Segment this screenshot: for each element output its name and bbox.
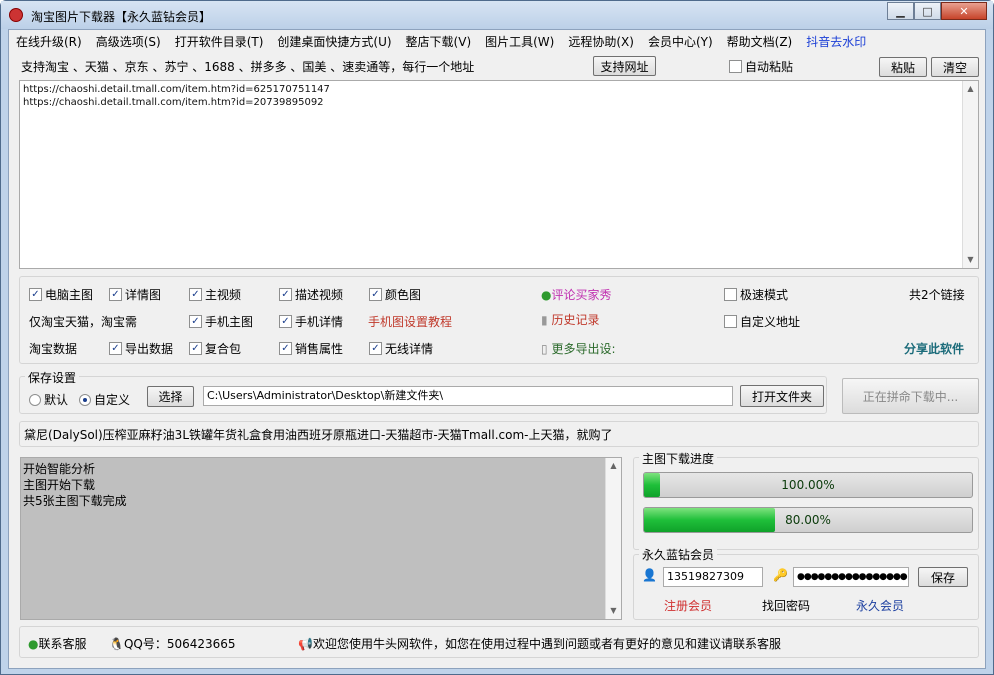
option-mobile-main-image[interactable]: ✓ 手机主图 — [189, 313, 253, 330]
downloading-button[interactable]: 正在拼命下载中... — [842, 378, 979, 414]
radio-custom[interactable]: 自定义 — [79, 391, 130, 408]
link-count: 共2个链接 — [909, 288, 965, 302]
scroll-down-icon[interactable]: ▼ — [606, 603, 621, 619]
support-text: 支持淘宝 、天猫 、京东 、苏宁 、1688 、拼多多 、国美 、速卖通等，每行… — [21, 60, 475, 74]
log-line: 共5张主图下载完成 — [23, 494, 127, 508]
window-title: 淘宝图片下载器【永久蓝钻会员】 — [31, 10, 212, 24]
support-sites-button[interactable]: 支持网址 — [593, 56, 656, 76]
app-window: 淘宝图片下载器【永久蓝钻会员】 ▁ □ ✕ 在线升级(R) 高级选项(S) 打开… — [0, 0, 994, 675]
clear-button[interactable]: 清空 — [931, 57, 979, 77]
megaphone-icon: 📢 — [298, 637, 313, 651]
menu-member-center[interactable]: 会员中心(Y) — [648, 33, 713, 50]
database-icon: ▮ — [541, 313, 548, 327]
welcome-text: 📢欢迎您使用牛头网软件，如您在使用过程中遇到问题或者有更好的意见和建议请联系客服 — [298, 637, 781, 651]
option-sales-attr[interactable]: ✓ 销售属性 — [279, 340, 343, 357]
member-title: 永久蓝钻会员 — [639, 546, 718, 563]
option-wireless-detail[interactable]: ✓ 无线详情 — [369, 340, 433, 357]
menu-remote-assist[interactable]: 远程协助(X) — [568, 33, 634, 50]
auto-paste-checkbox[interactable]: 自动粘贴 — [729, 58, 793, 75]
comment-buyer-show-link[interactable]: ●评论买家秀 — [541, 286, 612, 303]
progress-bar-2: 80.00% — [643, 507, 973, 533]
option-export-data[interactable]: ✓ 导出数据 — [109, 340, 173, 357]
close-button[interactable]: ✕ — [941, 2, 987, 20]
checkbox-icon — [729, 60, 742, 73]
menu-help-docs[interactable]: 帮助文档(Z) — [727, 33, 793, 50]
phone-input[interactable]: 13519827309 — [663, 567, 763, 587]
progress-panel — [633, 457, 979, 550]
history-link[interactable]: ▮ 历史记录 — [541, 311, 599, 328]
option-detail-image[interactable]: ✓ 详情图 — [109, 286, 161, 303]
option-main-video[interactable]: ✓ 主视频 — [189, 286, 241, 303]
option-composite-pack[interactable]: ✓ 复合包 — [189, 340, 241, 357]
menu-advanced-options[interactable]: 高级选项(S) — [96, 33, 161, 50]
contact-service-link[interactable]: ●联系客服 — [28, 635, 87, 652]
save-settings-title: 保存设置 — [25, 369, 80, 386]
share-software-link[interactable]: 分享此软件 — [904, 340, 964, 357]
scroll-up-icon[interactable]: ▲ — [963, 81, 978, 97]
document-icon: ▯ — [541, 342, 548, 356]
log-line: 开始智能分析 — [23, 462, 96, 476]
find-password-link[interactable]: 找回密码 — [762, 597, 810, 614]
mobile-tutorial-link[interactable]: 手机图设置教程 — [368, 313, 452, 330]
product-title: 黛尼(DalySol)压榨亚麻籽油3L铁罐年货礼盒食用油西班牙原瓶进口-天猫超市… — [24, 428, 613, 442]
auto-paste-label: 自动粘贴 — [745, 60, 794, 74]
progress-bar-1: 100.00% — [643, 472, 973, 498]
log-line: 主图开始下载 — [23, 478, 96, 492]
url-input[interactable]: https://chaoshi.detail.tmall.com/item.ht… — [19, 80, 979, 269]
scroll-up-icon[interactable]: ▲ — [606, 458, 621, 474]
option-desc-video[interactable]: ✓ 描述视频 — [279, 286, 343, 303]
menu-image-tools[interactable]: 图片工具(W) — [485, 33, 554, 50]
only-tmall-note: 仅淘宝天猫，淘宝需 — [29, 315, 138, 329]
option-fast-mode[interactable]: 极速模式 — [724, 286, 788, 303]
menu-shop-download[interactable]: 整店下载(V) — [406, 33, 472, 50]
menu-douyin-watermark[interactable]: 抖音去水印 — [806, 33, 866, 50]
client-area: 在线升级(R) 高级选项(S) 打开软件目录(T) 创建桌面快捷方式(U) 整店… — [8, 29, 986, 669]
save-path-input[interactable]: C:\Users\Administrator\Desktop\新建文件夹\ — [203, 386, 733, 406]
app-logo-icon — [9, 8, 23, 22]
chat-bubble-icon: ● — [541, 288, 552, 302]
progress-title: 主图下载进度 — [639, 450, 718, 467]
save-member-button[interactable]: 保存 — [918, 567, 968, 587]
paste-button[interactable]: 粘贴 — [879, 57, 927, 77]
url-scrollbar[interactable]: ▲ ▼ — [962, 81, 978, 268]
menu-bar: 在线升级(R) 高级选项(S) 打开软件目录(T) 创建桌面快捷方式(U) 整店… — [9, 30, 985, 52]
progress-label-1: 100.00% — [781, 478, 835, 492]
title-bar[interactable]: 淘宝图片下载器【永久蓝钻会员】 ▁ □ ✕ — [1, 1, 993, 29]
more-export-link[interactable]: ▯ 更多导出设: — [541, 340, 615, 357]
menu-online-upgrade[interactable]: 在线升级(R) — [16, 33, 82, 50]
taobao-data-note: 淘宝数据 — [29, 342, 78, 356]
log-output[interactable]: 开始智能分析 主图开始下载 共5张主图下载完成 ▲ ▼ — [20, 457, 622, 620]
forever-member-link[interactable]: 永久会员 — [856, 597, 904, 614]
menu-create-shortcut[interactable]: 创建桌面快捷方式(U) — [277, 33, 391, 50]
scroll-down-icon[interactable]: ▼ — [963, 252, 978, 268]
url-line: https://chaoshi.detail.tmall.com/item.ht… — [23, 97, 324, 108]
progress-label-2: 80.00% — [785, 513, 831, 527]
option-color-image[interactable]: ✓ 颜色图 — [369, 286, 421, 303]
qq-icon: 🐧 — [109, 637, 124, 651]
open-folder-button[interactable]: 打开文件夹 — [740, 385, 824, 407]
url-line: https://chaoshi.detail.tmall.com/item.ht… — [23, 84, 330, 95]
minimize-button[interactable]: ▁ — [887, 2, 914, 20]
password-input[interactable]: ●●●●●●●●●●●●●●●● — [793, 567, 909, 587]
user-icon: 👤 — [642, 568, 657, 582]
option-pc-main-image[interactable]: ✓ 电脑主图 — [29, 286, 93, 303]
key-icon: 🔑 — [773, 568, 788, 582]
maximize-button[interactable]: □ — [914, 2, 941, 20]
log-scrollbar[interactable]: ▲ ▼ — [605, 458, 621, 619]
radio-default[interactable]: 默认 — [29, 391, 68, 408]
select-folder-button[interactable]: 选择 — [147, 386, 194, 407]
option-mobile-detail[interactable]: ✓ 手机详情 — [279, 313, 343, 330]
register-link[interactable]: 注册会员 — [664, 597, 712, 614]
option-custom-address[interactable]: 自定义地址 — [724, 313, 800, 330]
wechat-icon: ● — [28, 637, 39, 651]
menu-open-directory[interactable]: 打开软件目录(T) — [175, 33, 264, 50]
qq-info[interactable]: 🐧QQ号：506423665 — [109, 635, 236, 652]
